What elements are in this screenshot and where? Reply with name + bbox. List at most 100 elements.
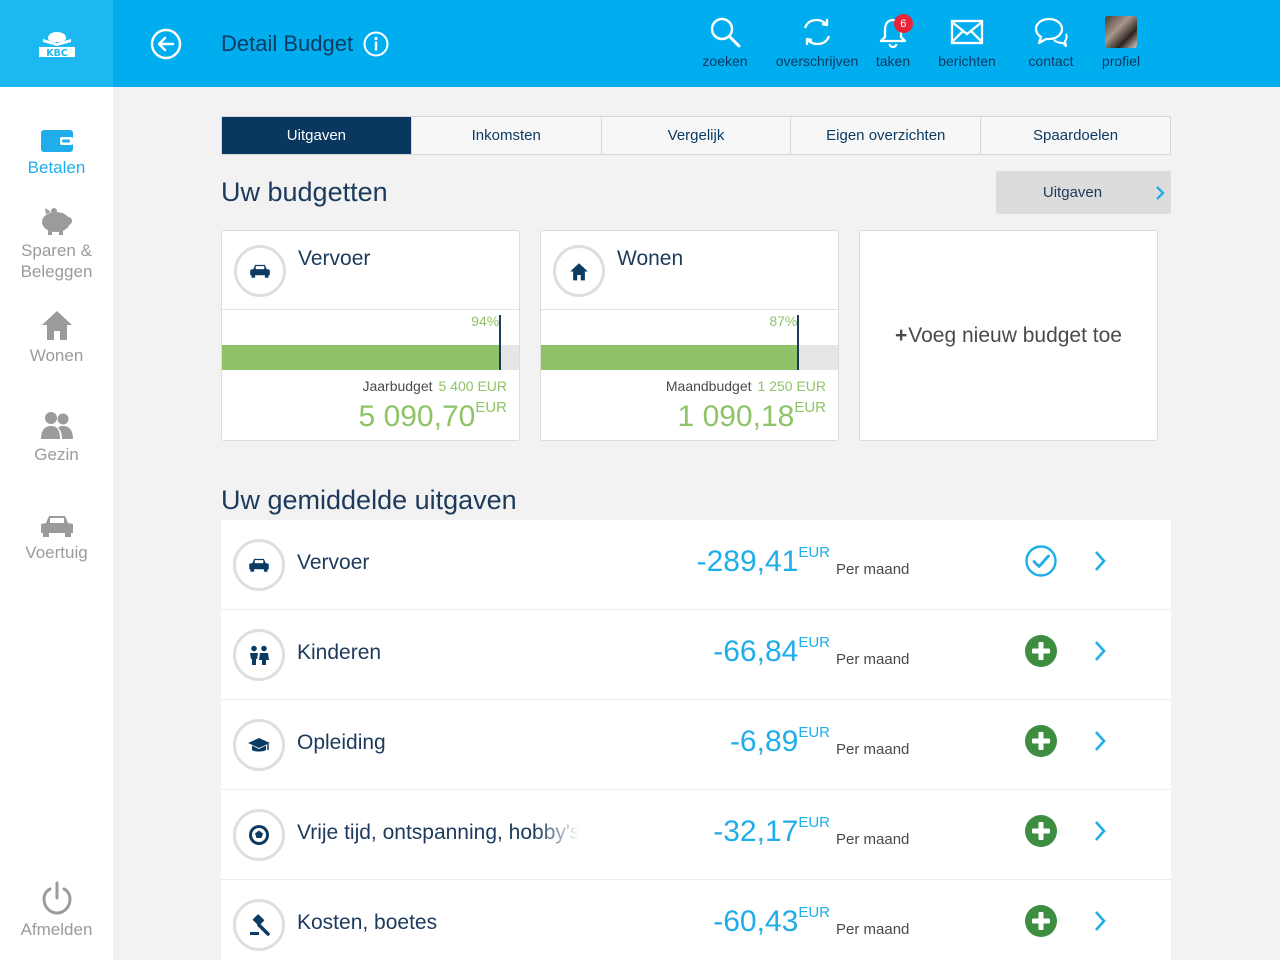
expense-amount: -32,17EUR <box>713 814 830 849</box>
chevron-right-icon[interactable] <box>1089 908 1111 934</box>
card-name: Wonen <box>617 247 684 270</box>
page-title-text: Detail Budget <box>221 31 354 56</box>
amount-currency: EUR <box>794 399 826 416</box>
amount-currency: EUR <box>798 814 830 831</box>
expense-amount: -60,43EUR <box>713 904 830 939</box>
tab-spaardoelen[interactable]: Spaardoelen <box>981 117 1170 154</box>
logout-button[interactable]: Afmelden <box>0 879 113 940</box>
budget-progress-fill <box>222 345 502 370</box>
amount-value: -32,17 <box>713 815 799 848</box>
power-icon <box>41 881 72 915</box>
card-icon <box>234 245 286 297</box>
expenses-list: Vervoer -289,41EUR Per maand Kinderen -6… <box>221 520 1171 960</box>
add-budget-button[interactable]: + Voeg nieuw budget toe <box>859 230 1158 441</box>
sidebar-item-betalen[interactable]: Betalen <box>0 117 113 178</box>
row-icon <box>233 539 285 591</box>
budget-limit-label: Jaarbudget <box>362 378 433 394</box>
tab-uitgaven[interactable]: Uitgaven <box>222 117 412 154</box>
chevron-right-icon[interactable] <box>1089 818 1111 844</box>
expense-row-vervoer[interactable]: Vervoer -289,41EUR Per maand <box>221 520 1171 610</box>
nav-label: contact <box>1028 53 1074 69</box>
wallet-icon <box>40 130 73 152</box>
budget-card-wonen[interactable]: Wonen 87% Maandbudget 1 250 EUR 1 090,18E… <box>540 230 839 441</box>
nav-label: berichten <box>938 53 996 69</box>
amount-currency: EUR <box>798 724 830 741</box>
nav-profile[interactable]: profiel <box>1097 14 1145 74</box>
soccer-ball-icon <box>249 825 269 845</box>
budget-filter-value: Uitgaven <box>1042 184 1103 201</box>
amount-value: -60,43 <box>713 905 799 938</box>
amount-currency: EUR <box>798 544 830 561</box>
nav-tasks[interactable]: 6 taken <box>872 14 914 74</box>
plus-icon: + <box>895 323 908 347</box>
tab-eigen-overzichten[interactable]: Eigen overzichten <box>791 117 982 154</box>
sidebar-item-voertuig[interactable]: Voertuig <box>0 502 113 563</box>
budget-limit: Maandbudget 1 250 EUR <box>666 378 826 394</box>
expense-row-kosten-boetes[interactable]: Kosten, boetes -60,43EUR Per maand <box>221 880 1171 960</box>
budget-card-vervoer[interactable]: Vervoer 94% Jaarbudget 5 400 EUR 5 090,70… <box>221 230 520 441</box>
budget-percent: 87% <box>769 313 798 329</box>
budget-progress-marker <box>797 315 800 370</box>
amount-value: 1 090,18 <box>677 400 795 433</box>
budgets-title: Uw budgetten <box>221 177 388 207</box>
nav-label: overschrijven <box>775 53 859 69</box>
budget-spent-amount: 1 090,18EUR <box>678 399 826 434</box>
car-icon <box>40 516 73 537</box>
expenses-title: Uw gemiddelde uitgaven <box>221 485 517 515</box>
sidebar-item-label: Betalen <box>27 158 86 177</box>
graduation-cap-icon <box>248 738 270 752</box>
svg-text:KBC: KBC <box>46 48 68 59</box>
info-icon[interactable] <box>363 31 389 57</box>
sidebar-item-label: Voertuig <box>25 543 88 562</box>
chat-icon <box>1034 17 1068 47</box>
card-name: Vervoer <box>298 247 371 270</box>
nav-label: zoeken <box>702 53 748 69</box>
search-icon <box>710 17 741 48</box>
nav-messages[interactable]: berichten <box>935 14 999 74</box>
nav-label: profiel <box>1101 53 1141 69</box>
chevron-right-icon[interactable] <box>1089 728 1111 754</box>
tab-vergelijk[interactable]: Vergelijk <box>602 117 792 154</box>
add-circle-icon[interactable] <box>1024 904 1058 938</box>
budget-progress-fill <box>541 345 800 370</box>
expense-row-kinderen[interactable]: Kinderen -66,84EUR Per maand <box>221 610 1171 700</box>
sidebar-item-sparen-beleggen[interactable]: Sparen & Beleggen <box>0 200 113 282</box>
budget-limit-value: 5 400 EUR <box>438 378 507 394</box>
add-circle-icon[interactable] <box>1024 724 1058 758</box>
transfer-icon <box>803 18 831 46</box>
nav-transfer[interactable]: overschrijven <box>774 14 860 74</box>
top-bar: KBC Detail Budget zoeken overschrijven 6… <box>0 0 1280 87</box>
tab-inkomsten[interactable]: Inkomsten <box>412 117 602 154</box>
kbc-logo[interactable]: KBC <box>0 0 113 87</box>
add-circle-icon[interactable] <box>1024 634 1058 668</box>
expense-name: Vrije tijd, ontspanning, hobby's <box>297 821 579 844</box>
budget-limit-label: Maandbudget <box>665 378 752 394</box>
piggy-bank-icon <box>41 208 72 235</box>
house-icon <box>41 311 72 340</box>
car-icon <box>250 264 270 278</box>
expense-period: Per maand <box>836 831 910 848</box>
amount-value: -66,84 <box>713 635 799 668</box>
sidebar-item-wonen[interactable]: Wonen <box>0 305 113 366</box>
avatar <box>1105 16 1137 48</box>
chevron-right-icon[interactable] <box>1089 548 1111 574</box>
add-circle-icon[interactable] <box>1024 814 1058 848</box>
tasks-badge: 6 <box>893 14 913 33</box>
sidebar-item-gezin[interactable]: Gezin <box>0 404 113 465</box>
logout-label: Afmelden <box>20 920 93 939</box>
expense-period: Per maand <box>836 921 910 938</box>
budget-progress-bar <box>541 315 838 370</box>
chevron-right-icon[interactable] <box>1089 638 1111 664</box>
budget-percent: 94% <box>471 313 500 329</box>
nav-search[interactable]: zoeken <box>700 14 750 74</box>
budget-filter-select[interactable]: Uitgaven <box>996 171 1171 214</box>
back-arrow-icon[interactable] <box>150 28 182 60</box>
expense-row-opleiding[interactable]: Opleiding -6,89EUR Per maand <box>221 700 1171 790</box>
check-circle-icon[interactable] <box>1024 544 1058 578</box>
expense-row-vrije-tijd[interactable]: Vrije tijd, ontspanning, hobby's -32,17E… <box>221 790 1171 880</box>
expense-period: Per maand <box>836 651 910 668</box>
amount-value: -6,89 <box>729 725 799 758</box>
nav-contact[interactable]: contact <box>1025 14 1077 74</box>
row-icon <box>233 629 285 681</box>
page-title: Detail Budget <box>221 31 389 57</box>
